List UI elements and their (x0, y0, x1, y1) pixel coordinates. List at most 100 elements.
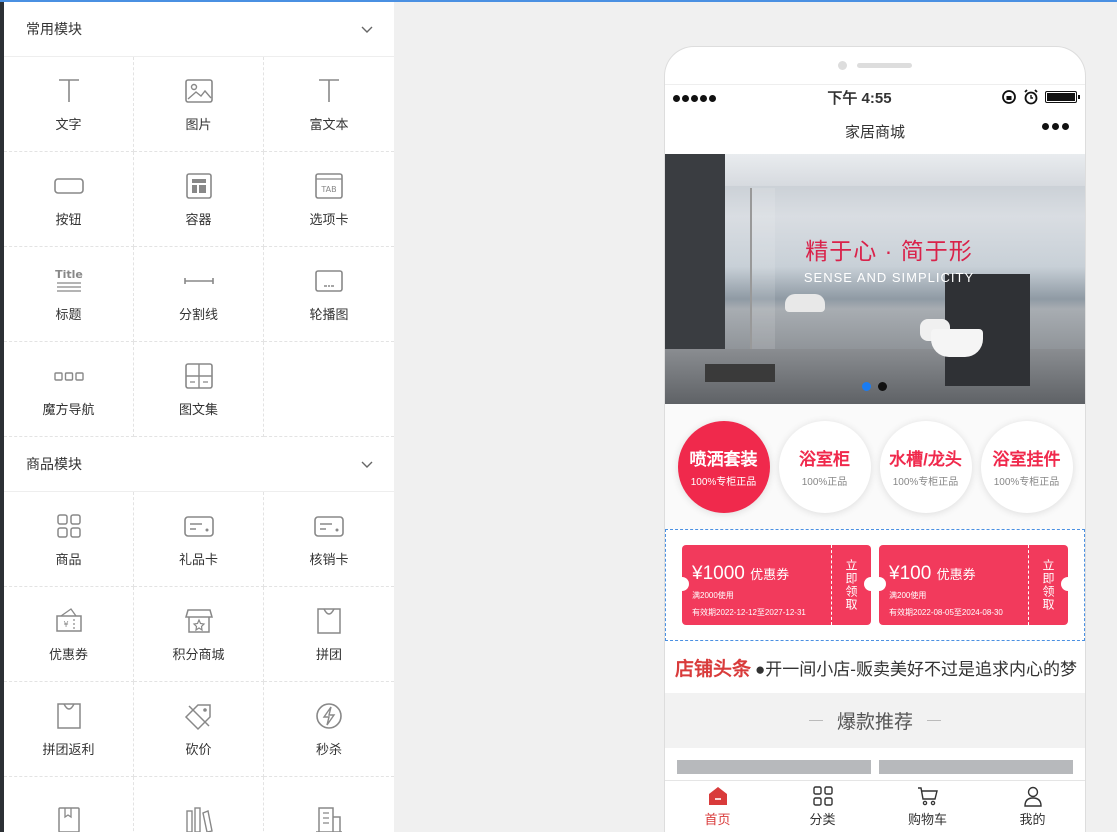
svg-text:Title: Title (55, 268, 83, 281)
coupon-unit: 优惠券 (750, 567, 790, 582)
tab-home[interactable]: 首页 (665, 781, 770, 832)
title-icon: Title (55, 268, 83, 292)
coupon-unit: 优惠券 (936, 567, 976, 582)
module-carousel[interactable]: 轮播图 (264, 247, 394, 342)
category-title: 浴室柜 (799, 450, 850, 469)
coupon-main: ¥1000 优惠券 满2000使用 有效期2022-12-12至2027-12-… (675, 545, 831, 625)
carousel-indicators[interactable] (862, 382, 887, 391)
category-item[interactable]: 喷洒套装 100%专柜正品 (677, 420, 770, 513)
coupon-condition: 满200使用 (889, 591, 927, 600)
module-title[interactable]: Title 标题 (4, 247, 134, 342)
module-button[interactable]: 按钮 (4, 152, 134, 247)
module-label: 标题 (55, 306, 82, 322)
module-label: 按钮 (55, 211, 82, 227)
book-icon (57, 807, 80, 832)
coupon-card[interactable]: ¥100 优惠券 满200使用 有效期2022-08-05至2024-08-30… (872, 545, 1075, 625)
category-item[interactable]: 浴室柜 100%正品 (778, 420, 871, 513)
banner-carousel[interactable]: 精于心 · 简于形 SENSE AND SIMPLICITY (665, 154, 1085, 404)
module-richtext[interactable]: 富文本 (264, 57, 394, 152)
phone-tabbar: 首页 分类 购物车 我的 (665, 780, 1085, 832)
coupon-module-selected[interactable]: ¥1000 优惠券 满2000使用 有效期2022-12-12至2027-12-… (665, 529, 1085, 641)
phone-nav-bar: 家居商城 (665, 109, 1085, 154)
phone-preview: 下午 4:55 家居商城 精于心 · 简于形 SENSE AND SIMPLIC… (664, 46, 1086, 832)
status-time: 下午 4:55 (827, 89, 892, 107)
category-item[interactable]: 水槽/龙头 100%专柜正品 (879, 420, 972, 513)
battery-icon (1044, 91, 1080, 103)
tab-cart[interactable]: 购物车 (875, 781, 980, 832)
module-label: 富文本 (309, 116, 349, 132)
module-partial-2[interactable] (134, 777, 264, 832)
group-rebate-icon (56, 702, 81, 729)
module-gift-card[interactable]: 礼品卡 (134, 492, 264, 587)
module-label: 分割线 (178, 306, 218, 322)
module-tab[interactable]: TAB 选项卡 (264, 152, 394, 247)
module-label: 拼团 (315, 646, 342, 662)
signal-dots-icon (673, 89, 718, 106)
banner-chair (785, 294, 825, 312)
module-coupon[interactable]: ¥ 优惠券 (4, 587, 134, 682)
tab-label: 首页 (704, 812, 731, 827)
building-icon (316, 807, 342, 832)
coupon-claim-button[interactable]: 立即领取 (1028, 545, 1075, 625)
module-label: 秒杀 (315, 741, 342, 757)
tab-label: 分类 (809, 812, 836, 827)
module-group-rebate[interactable]: 拼团返利 (4, 682, 134, 777)
chevron-down-icon (361, 26, 373, 33)
category-sub: 100%专柜正品 (993, 477, 1060, 488)
container-icon (185, 172, 212, 199)
module-points-mall[interactable]: 积分商城 (134, 587, 264, 682)
image-icon (184, 78, 213, 103)
module-container[interactable]: 容器 (134, 152, 264, 247)
coupon-validity: 有效期2022-08-05至2024-08-30 (889, 608, 1003, 617)
chevron-down-icon (361, 461, 373, 468)
module-divider[interactable]: 分割线 (134, 247, 264, 342)
recommend-header: 爆款推荐 (665, 693, 1085, 748)
category-item[interactable]: 浴室挂件 100%专柜正品 (980, 420, 1073, 513)
cube-nav-icon (53, 371, 84, 381)
goods-icon (56, 513, 81, 538)
coupon-claim-button[interactable]: 立即领取 (831, 545, 878, 625)
module-cube-nav[interactable]: 魔方导航 (4, 342, 134, 437)
module-text[interactable]: 文字 (4, 57, 134, 152)
module-verify-card[interactable]: 核销卡 (264, 492, 394, 587)
section-header-common[interactable]: 常用模块 (4, 2, 394, 57)
carousel-icon (315, 269, 343, 292)
tab-label: 购物车 (907, 812, 947, 827)
module-group-buy[interactable]: 拼团 (264, 587, 394, 682)
module-label: 砍价 (185, 741, 212, 757)
status-bar: 下午 4:55 (665, 85, 1085, 109)
recommend-title: 爆款推荐 (836, 712, 913, 733)
svg-text:TAB: TAB (320, 185, 336, 194)
section-header-goods[interactable]: 商品模块 (4, 437, 394, 492)
module-bargain[interactable]: 砍价 (134, 682, 264, 777)
module-partial-3[interactable] (264, 777, 394, 832)
module-partial-1[interactable] (4, 777, 134, 832)
coupon-card[interactable]: ¥1000 优惠券 满2000使用 有效期2022-12-12至2027-12-… (675, 545, 878, 625)
module-gallery[interactable]: 图文集 (134, 342, 264, 437)
home-icon (708, 787, 727, 805)
text-icon (58, 78, 79, 102)
books-icon (185, 807, 213, 832)
category-icon (812, 786, 833, 806)
module-flash-sale[interactable]: 秒杀 (264, 682, 394, 777)
more-dots-icon[interactable] (1042, 123, 1069, 130)
store-headline[interactable]: 店铺头条 ●开一间小店-贩卖美好不过是追求内心的梦 (665, 641, 1085, 693)
tab-mine[interactable]: 我的 (980, 781, 1085, 832)
carousel-dot-2[interactable] (878, 382, 887, 391)
module-image[interactable]: 图片 (134, 57, 264, 152)
carousel-dot-1[interactable] (862, 382, 871, 391)
module-goods[interactable]: 商品 (4, 492, 134, 587)
tab-category[interactable]: 分类 (770, 781, 875, 832)
nav-title: 家居商城 (844, 124, 905, 141)
status-icons (1001, 89, 1080, 105)
product-thumb[interactable] (879, 760, 1073, 774)
common-modules-grid: 文字 图片 富文本 按钮 容器 TAB 选项卡 Title 标题 分割线 轮播图… (4, 57, 394, 437)
points-mall-icon (184, 608, 213, 633)
product-thumb[interactable] (677, 760, 871, 774)
svg-text:¥: ¥ (63, 620, 68, 629)
module-label: 积分商城 (172, 646, 225, 662)
rotation-lock-icon (1002, 90, 1016, 104)
recommend-line-left (808, 720, 823, 721)
category-sub: 100%正品 (801, 477, 848, 488)
bargain-icon (184, 703, 211, 730)
